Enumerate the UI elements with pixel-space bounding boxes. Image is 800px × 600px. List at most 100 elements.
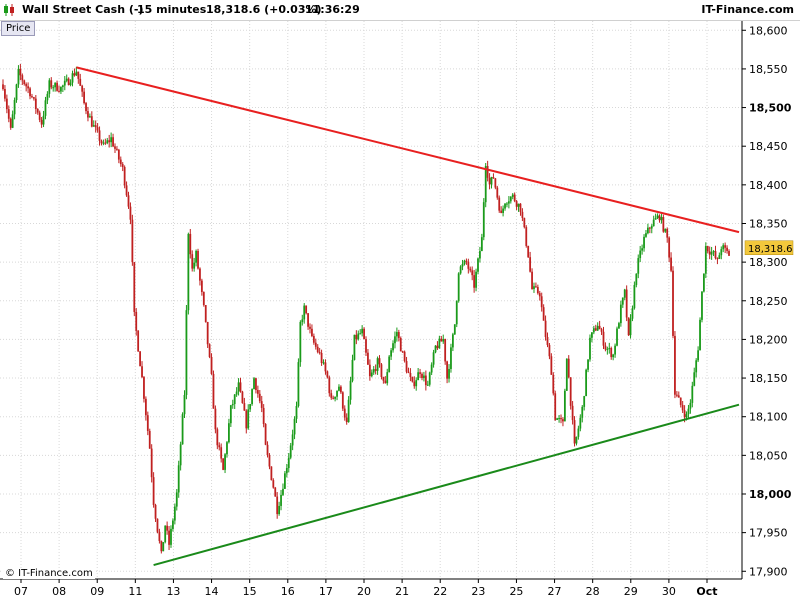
candle-up (426, 384, 429, 386)
x-tick-label: 11 (128, 585, 142, 598)
candle-up (293, 418, 296, 435)
x-tick-label: 22 (433, 585, 447, 598)
candle-down (9, 118, 12, 128)
header-brand[interactable]: IT-Finance.com (701, 3, 794, 16)
candle-down (129, 206, 132, 220)
candle-up (297, 362, 300, 407)
candle-down (4, 89, 6, 99)
candle-up (237, 382, 240, 392)
candle-up (438, 338, 441, 349)
x-tick-label: 25 (509, 585, 523, 598)
header-interval: 15 minutes (137, 3, 207, 16)
candle-up (579, 417, 582, 429)
y-tick-label: 18,450 (749, 140, 788, 153)
candle-down (486, 165, 489, 178)
candle-up (689, 402, 692, 409)
candle-down (256, 390, 259, 394)
candle-up (480, 237, 483, 252)
candle-down (148, 430, 151, 449)
candle-down (143, 377, 145, 399)
candle-down (368, 364, 371, 377)
candle-up (685, 414, 688, 418)
candle-down (525, 227, 528, 246)
candle-up (583, 396, 586, 407)
price-chart[interactable]: 18,600 18,550 18,500 18,450 18,400 18,350 18,3… (0, 21, 800, 600)
candle-up (701, 291, 703, 320)
candle-down (152, 477, 155, 505)
candle-up (415, 380, 418, 387)
candle-down (2, 84, 4, 90)
y-tick-label: 17,900 (749, 565, 788, 578)
candle-down (540, 296, 543, 308)
candle-up (285, 468, 288, 474)
candle-down (403, 351, 406, 362)
candle-down (262, 407, 265, 425)
candle-down (683, 410, 686, 418)
candle-down (25, 83, 28, 87)
candle-up (249, 404, 252, 410)
candle-up (280, 494, 282, 506)
candle-up (102, 142, 105, 144)
candle-down (706, 246, 709, 252)
candle-up (432, 352, 435, 365)
candle-up (558, 418, 560, 420)
candle-up (618, 323, 620, 329)
candle-down (374, 369, 377, 371)
candle-down (114, 146, 116, 149)
candle-down (397, 332, 400, 339)
candle-down (550, 356, 553, 375)
last-price-label: 18,318.6 (748, 244, 793, 255)
candle-up (660, 217, 663, 221)
candle-down (208, 344, 211, 357)
candle-down (675, 394, 678, 396)
candle-up (388, 356, 391, 373)
candle-up (284, 473, 286, 489)
candle-down (380, 364, 383, 377)
candle-up (608, 348, 611, 350)
candle-up (645, 233, 647, 237)
candle-up (490, 177, 493, 185)
candle-down (469, 268, 472, 271)
candle-down (260, 401, 263, 408)
candle-up (395, 332, 398, 337)
candle-down (34, 98, 37, 110)
candle-up (442, 339, 445, 342)
candle-up (295, 406, 298, 419)
candle-up (457, 273, 460, 301)
candle-up (448, 368, 450, 379)
candle-up (637, 258, 640, 274)
candle-up (175, 492, 178, 507)
candle-up (173, 506, 176, 521)
candle-up (509, 196, 512, 202)
candle-down (200, 280, 203, 292)
candle-up (44, 100, 47, 116)
candle-up (695, 360, 698, 373)
candle-down (562, 419, 564, 422)
candle-up (247, 409, 250, 429)
candle-down (135, 311, 138, 331)
candle-down (627, 317, 630, 336)
candle-down (407, 371, 410, 374)
candle-up (224, 454, 226, 470)
candle-down (96, 127, 99, 131)
candle-down (305, 305, 308, 314)
x-tick-label: 20 (357, 585, 371, 598)
candle-down (567, 358, 570, 378)
candle-up (226, 442, 228, 455)
candle-down (90, 116, 93, 127)
candle-down (274, 487, 277, 497)
candle-down (405, 361, 408, 372)
candle-down (104, 142, 107, 144)
copyright-label: © IT-Finance.com (3, 568, 95, 579)
y-tick-label: 18,150 (749, 372, 788, 385)
candle-down (210, 356, 213, 374)
candle-up (704, 246, 707, 274)
candle-up (654, 218, 657, 220)
candle-up (228, 423, 230, 443)
candle-up (619, 304, 622, 324)
candle-up (477, 258, 479, 272)
x-tick-label: 08 (52, 585, 66, 598)
candle-up (235, 391, 238, 395)
candle-down (220, 447, 223, 459)
price-panel-label[interactable]: Price (1, 21, 36, 36)
